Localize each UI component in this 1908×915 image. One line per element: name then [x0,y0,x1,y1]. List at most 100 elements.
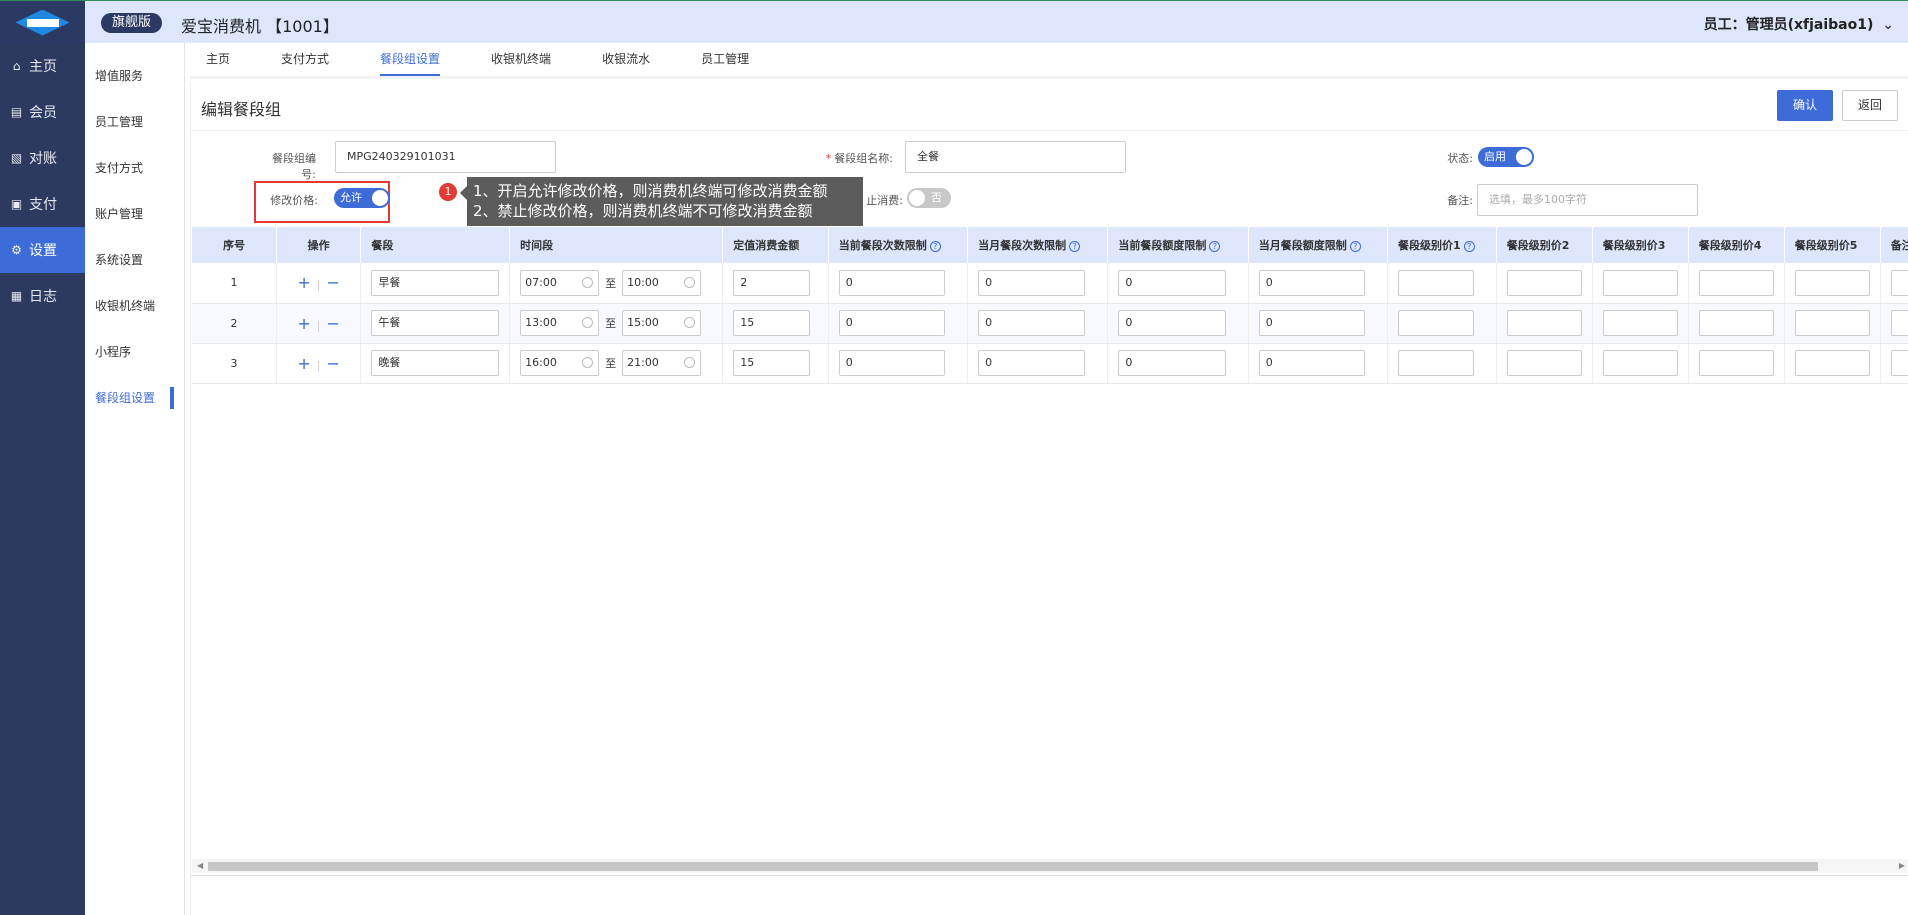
amount-input[interactable]: 15 [733,310,810,336]
subnav-item-meal-group[interactable]: 餐段组设置 [85,375,184,421]
level1-input[interactable] [1398,269,1474,296]
help-icon[interactable]: ? [1349,241,1361,252]
start-time-input[interactable]: 13:00 [520,310,600,336]
price-switch[interactable]: 允许 [334,188,390,208]
remove-row-button[interactable]: − [326,314,339,333]
sidebar-item-reconcile[interactable]: ▧ 对账 [0,135,85,181]
status-switch[interactable]: 启用 [1478,147,1534,167]
sidebar-item-log[interactable]: ▦ 日志 [0,273,85,319]
scroll-left-icon[interactable]: ◀ [197,861,203,870]
tab-payment[interactable]: 支付方式 [265,43,346,76]
level5-input[interactable] [1794,350,1870,376]
switch-knob [909,190,925,206]
cur-count-input[interactable]: 0 [838,310,946,336]
cur-amount-input[interactable]: 0 [1118,350,1226,376]
meal-input[interactable]: 午餐 [371,310,500,336]
level2-input[interactable] [1506,269,1582,296]
end-time-input[interactable]: 21:00 [622,350,702,376]
meal-input[interactable]: 晚餐 [371,350,500,376]
month-count-input[interactable]: 0 [978,350,1086,376]
subnav-item-staff[interactable]: 员工管理 [85,99,184,145]
tab-terminal[interactable]: 收银机终端 [475,43,568,76]
remark-cell-input[interactable] [1890,310,1908,336]
sidebar-item-home[interactable]: ⌂ 主页 [0,43,85,89]
scrollbar-thumb[interactable] [208,862,1818,871]
start-time-input[interactable]: 16:00 [520,350,600,376]
subnav-item-terminal[interactable]: 收银机终端 [85,283,184,329]
level4-input[interactable] [1698,269,1774,296]
prohibit-label: 止消费: [866,194,903,207]
clock-icon [684,317,696,328]
col-level4: 餐段级别价4 [1688,227,1785,263]
tab-cash-flow[interactable]: 收银流水 [586,43,667,76]
code-input[interactable]: MPG240329101031 [335,141,556,173]
level4-input[interactable] [1698,310,1774,336]
tab-home[interactable]: 主页 [190,43,247,76]
cur-amount-input[interactable]: 0 [1118,269,1226,296]
help-icon[interactable]: ? [1069,241,1081,252]
add-row-button[interactable]: + [297,314,310,333]
scroll-right-icon[interactable]: ▶ [1899,861,1905,870]
help-icon[interactable]: ? [1209,241,1221,252]
name-input[interactable]: 全餐 [905,141,1126,173]
tab-staff[interactable]: 员工管理 [685,43,766,76]
back-button[interactable]: 返回 [1842,90,1898,121]
remark-cell-input[interactable] [1890,269,1908,296]
cur-amount-input[interactable]: 0 [1118,310,1226,336]
level3-input[interactable] [1602,310,1678,336]
cur-count-input[interactable]: 0 [838,269,946,296]
level2-input[interactable] [1506,310,1582,336]
cur-count-input[interactable]: 0 [838,350,946,376]
level5-input[interactable] [1794,269,1870,296]
col-level1: 餐段级别价1? [1387,227,1497,263]
tab-meal-group[interactable]: 餐段组设置 [364,43,457,76]
user-menu[interactable]: 员工：管理员(xfjaibao1) ⌄ [1704,14,1894,34]
subnav-item-system[interactable]: 系统设置 [85,237,184,283]
level1-input[interactable] [1398,310,1474,336]
remark-input[interactable]: 选填，最多100字符 [1477,184,1698,216]
level4-input[interactable] [1698,350,1774,376]
switch-knob [372,190,388,206]
add-row-button[interactable]: + [297,273,310,292]
subnav-item-value-added[interactable]: 增值服务 [85,53,184,99]
help-icon[interactable]: ? [1463,241,1475,252]
amount-input[interactable]: 15 [733,350,810,376]
month-count-input[interactable]: 0 [978,269,1086,296]
add-row-button[interactable]: + [297,354,310,373]
amount-input[interactable]: 2 [733,269,810,296]
level2-input[interactable] [1506,350,1582,376]
sidebar-item-settings[interactable]: ⚙ 设置 [0,227,85,273]
gear-icon: ⚙ [11,242,22,257]
reconcile-icon: ▧ [10,150,23,165]
price-label: 修改价格: [270,194,318,207]
main-sidebar: ⌂ 主页 ▤ 会员 ▧ 对账 ▣ 支付 ⚙ 设置 ▦ 日志 [0,43,85,915]
month-amount-input[interactable]: 0 [1258,310,1366,336]
subnav-item-account[interactable]: 账户管理 [85,191,184,237]
month-amount-input[interactable]: 0 [1258,269,1366,296]
level3-input[interactable] [1602,350,1678,376]
level3-input[interactable] [1602,269,1678,296]
meal-input[interactable]: 早餐 [371,269,500,296]
start-time-input[interactable]: 07:00 [520,269,600,296]
prohibit-switch[interactable]: 否 [907,188,951,208]
subnav-item-miniapp[interactable]: 小程序 [85,329,184,375]
remove-row-button[interactable]: − [326,354,339,373]
level5-input[interactable] [1794,310,1870,336]
remove-row-button[interactable]: − [326,273,339,292]
edit-panel: 编辑餐段组 确认 返回 餐段组编号: MPG240329101031 * 餐段组名… [190,82,1908,915]
horizontal-scrollbar[interactable]: ◀ ▶ [192,859,1908,873]
month-amount-input[interactable]: 0 [1258,350,1366,376]
subnav-item-payment[interactable]: 支付方式 [85,145,184,191]
remark-cell-input[interactable] [1890,350,1908,376]
page-title: 编辑餐段组 [201,100,282,119]
sidebar-item-pay[interactable]: ▣ 支付 [0,181,85,227]
clock-icon [684,276,696,288]
sidebar-item-member[interactable]: ▤ 会员 [0,89,85,135]
switch-knob [1516,149,1532,165]
help-icon[interactable]: ? [929,241,941,252]
level1-input[interactable] [1398,350,1474,376]
end-time-input[interactable]: 10:00 [622,269,702,296]
confirm-button[interactable]: 确认 [1777,90,1833,121]
end-time-input[interactable]: 15:00 [622,310,702,336]
month-count-input[interactable]: 0 [978,310,1086,336]
